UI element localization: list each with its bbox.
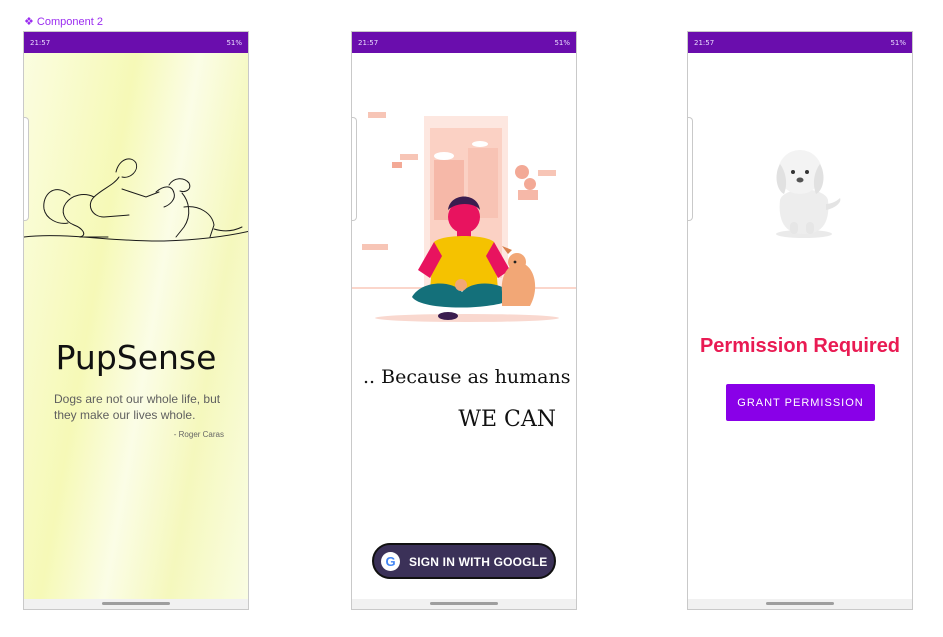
status-battery: 51% — [226, 39, 242, 47]
status-bar: 21:57 51% — [688, 32, 912, 53]
sign-in-with-google-button[interactable]: G SIGN IN WITH GOOGLE — [372, 543, 556, 579]
status-time: 21:57 — [358, 39, 379, 47]
tagline-line-2: WE CAN — [458, 407, 556, 432]
status-battery: 51% — [890, 39, 906, 47]
side-drawer-handle[interactable] — [688, 117, 693, 221]
google-icon: G — [381, 552, 400, 571]
home-indicator[interactable] — [430, 602, 498, 605]
status-battery: 51% — [554, 39, 570, 47]
grant-permission-button[interactable]: GRANT PERMISSION — [726, 384, 875, 421]
line-art-dog-illustration — [24, 158, 248, 242]
screen-splash: 21:57 51% PupSense Dogs are not our whol… — [23, 31, 249, 610]
screen-signin: 21:57 51% .. Because as humans WE CAN G … — [351, 31, 577, 610]
tagline-line-1: .. Because as humans — [363, 366, 571, 388]
person-with-dog-illustration — [352, 112, 576, 322]
home-indicator[interactable] — [102, 602, 170, 605]
app-title: PupSense — [55, 338, 217, 377]
home-indicator[interactable] — [766, 602, 834, 605]
status-bar: 21:57 51% — [352, 32, 576, 53]
status-time: 21:57 — [30, 39, 51, 47]
quote-author: - Roger Caras — [173, 430, 224, 439]
quote-text: Dogs are not our whole life, but they ma… — [54, 392, 221, 422]
status-time: 21:57 — [694, 39, 715, 47]
white-puppy-illustration — [776, 150, 841, 238]
google-icon-letter: G — [385, 554, 395, 569]
google-button-label: SIGN IN WITH GOOGLE — [409, 555, 548, 569]
status-bar: 21:57 51% — [24, 32, 248, 53]
component-label: ❖ Component 2 — [24, 16, 103, 28]
nav-bar — [688, 599, 912, 609]
nav-bar — [24, 599, 248, 609]
nav-bar — [352, 599, 576, 609]
splash-background — [24, 53, 248, 601]
screen-permission: 21:57 51% Permission Required GRANT PERM… — [687, 31, 913, 610]
permission-title: Permission Required — [699, 335, 901, 357]
